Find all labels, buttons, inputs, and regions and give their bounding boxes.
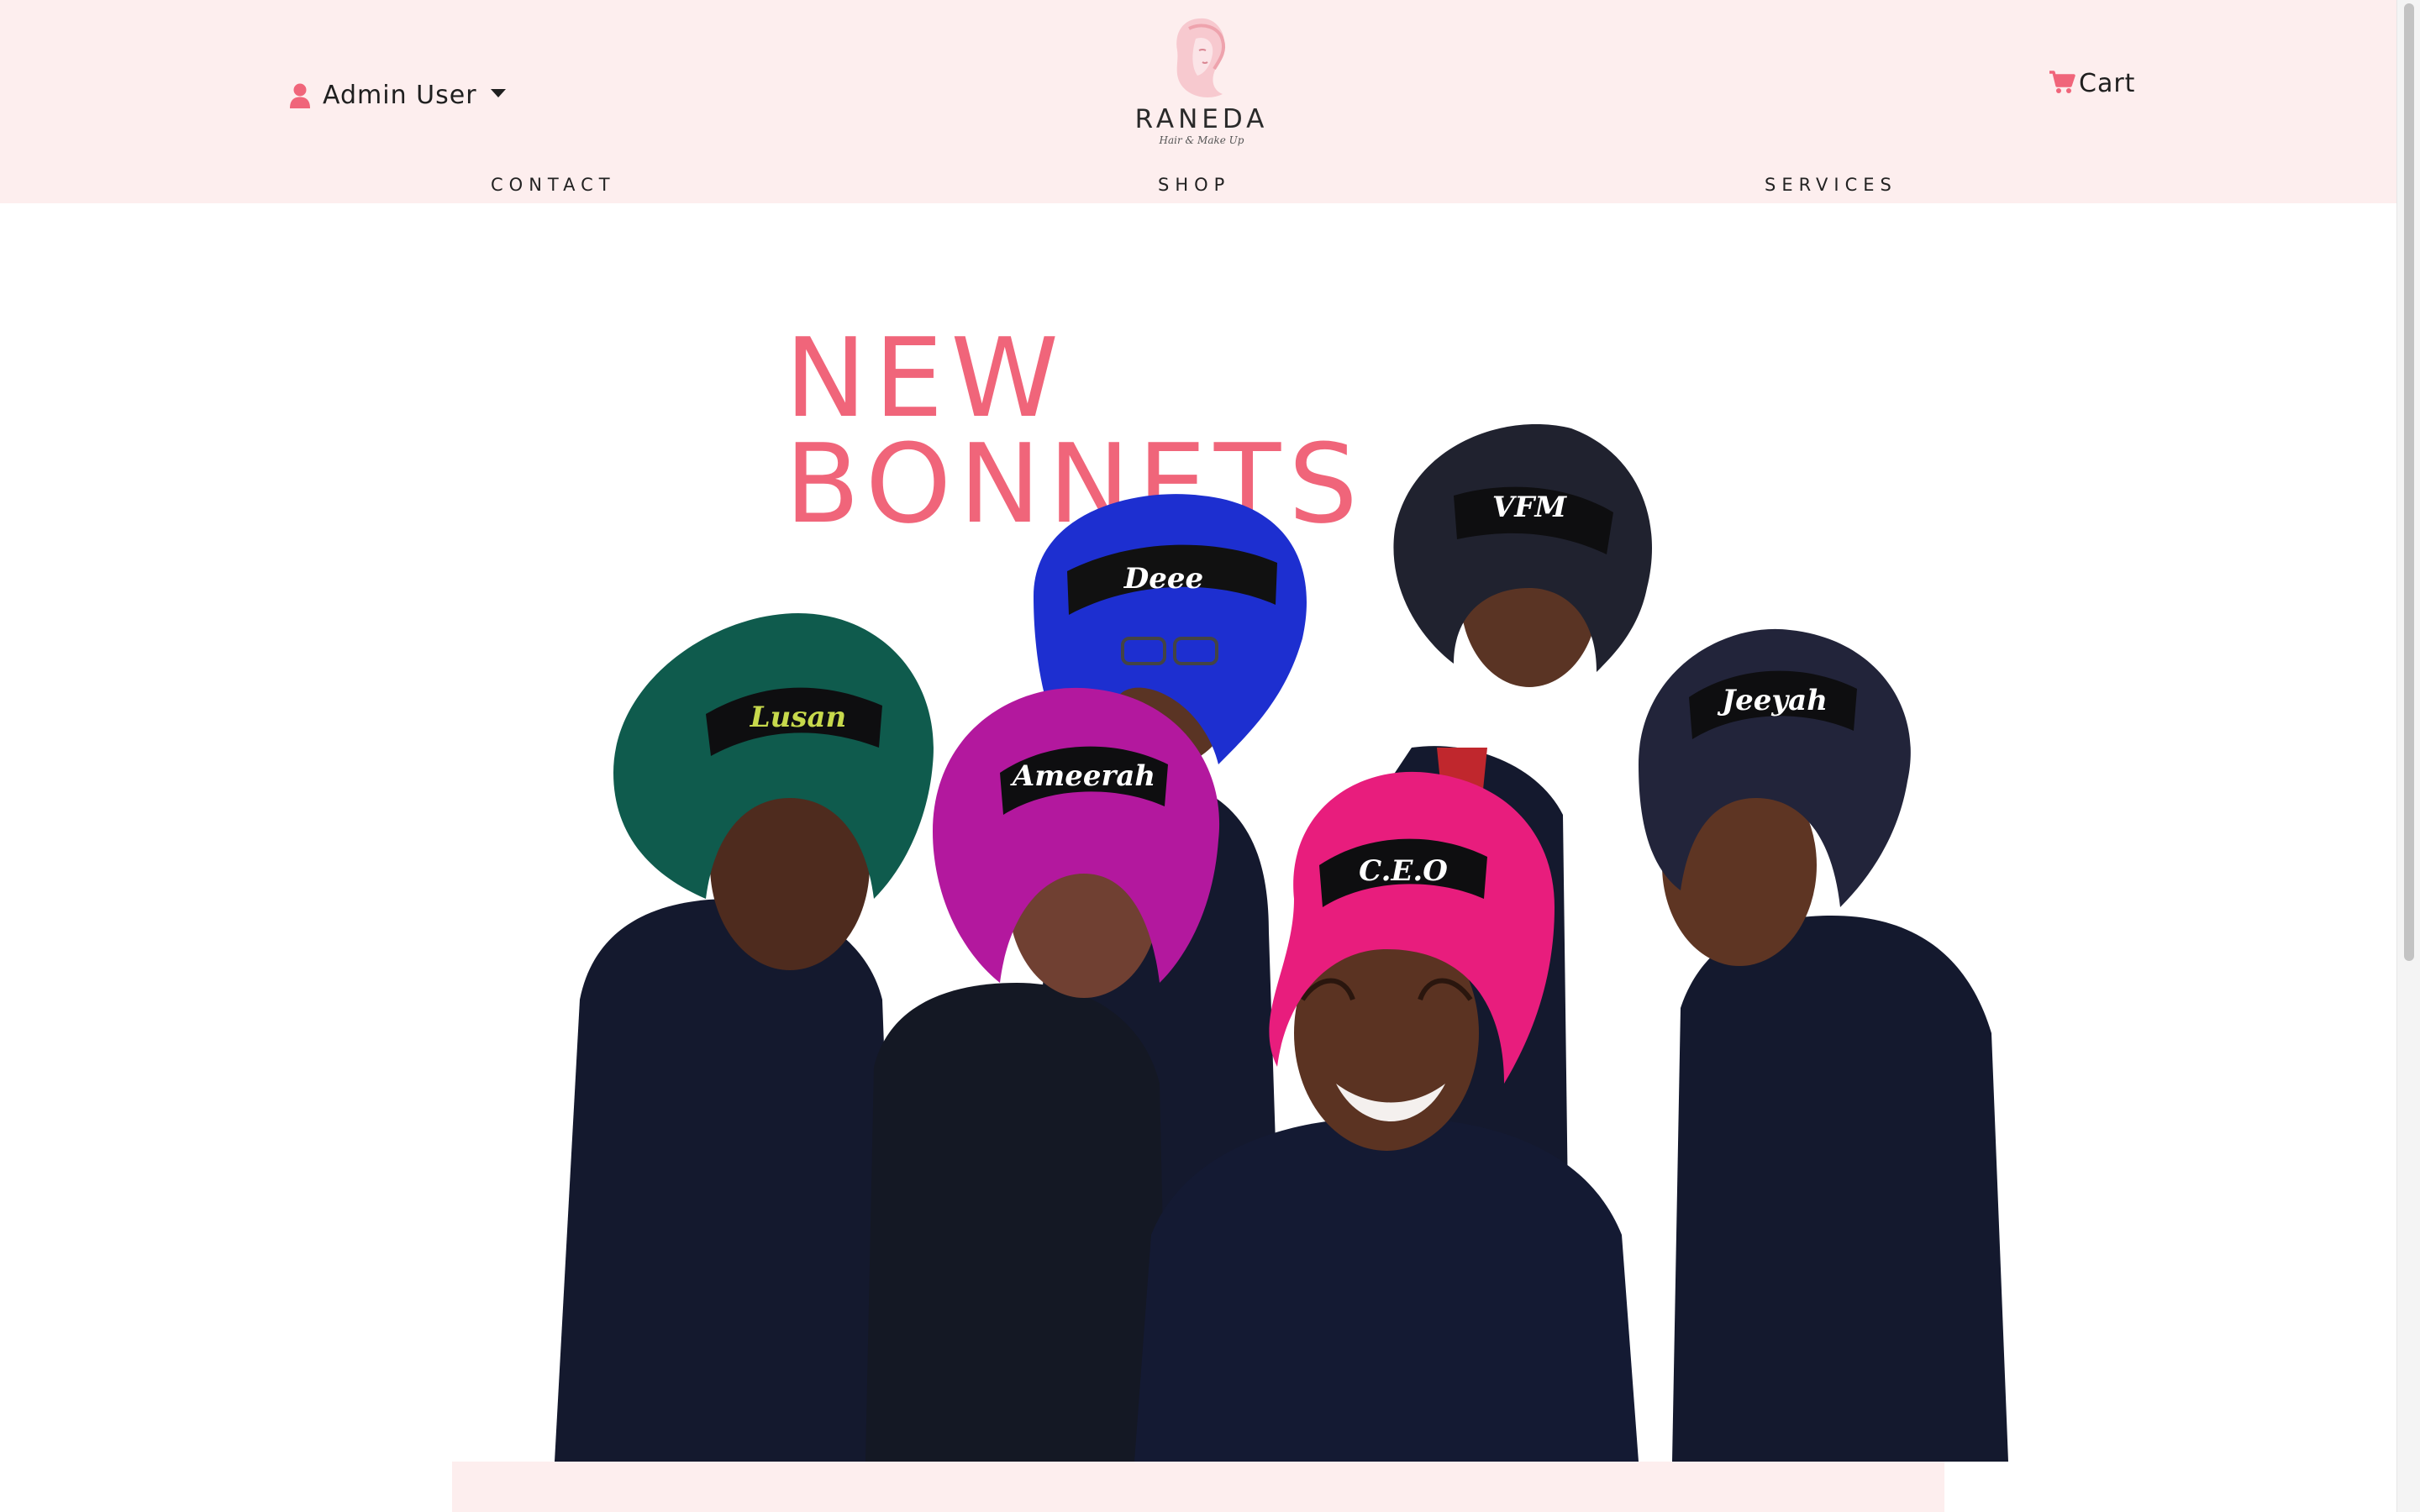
user-icon <box>289 83 311 108</box>
content-band <box>452 1462 1944 1512</box>
brand-name: RANEDA <box>1134 104 1269 134</box>
scrollbar-thumb[interactable] <box>2404 3 2414 961</box>
bonnet-label-vfm: VFM <box>1492 491 1568 524</box>
bonnet-label-ceo: C.E.O <box>1359 854 1448 888</box>
face-logo-icon <box>1126 13 1277 104</box>
brand-logo[interactable]: RANEDA Hair & Make Up <box>1126 13 1277 155</box>
nav-services[interactable]: SERVICES <box>1765 175 1897 195</box>
admin-user-dropdown[interactable]: Admin User <box>289 81 506 110</box>
nav-shop[interactable]: SHOP <box>1158 175 1230 195</box>
hero-photo: Deee VFM Lusan Jeeyah Ameerah C.E.O <box>546 395 2033 1462</box>
page: Admin User RANEDA Hair & Make Up Cart CO… <box>0 0 2420 1512</box>
page-scrollbar[interactable] <box>2396 0 2420 1512</box>
bonnet-label-deee: Deee <box>1123 562 1203 596</box>
bonnet-label-lusan: Lusan <box>750 701 847 734</box>
admin-user-label: Admin User <box>323 81 477 110</box>
person-jeeyah: Jeeyah <box>1639 628 2008 1462</box>
cart-button[interactable]: Cart <box>2049 69 2135 98</box>
bonnet-label-jeeyah: Jeeyah <box>1717 684 1828 717</box>
cart-icon <box>2049 70 2075 97</box>
caret-down-icon <box>490 88 506 97</box>
brand-tagline: Hair & Make Up <box>1159 134 1244 146</box>
site-header: Admin User RANEDA Hair & Make Up Cart CO… <box>0 0 2396 203</box>
bonnet-label-ameerah: Ameerah <box>1010 759 1155 793</box>
nav-contact[interactable]: CONTACT <box>491 175 616 195</box>
cart-label: Cart <box>2079 69 2136 98</box>
